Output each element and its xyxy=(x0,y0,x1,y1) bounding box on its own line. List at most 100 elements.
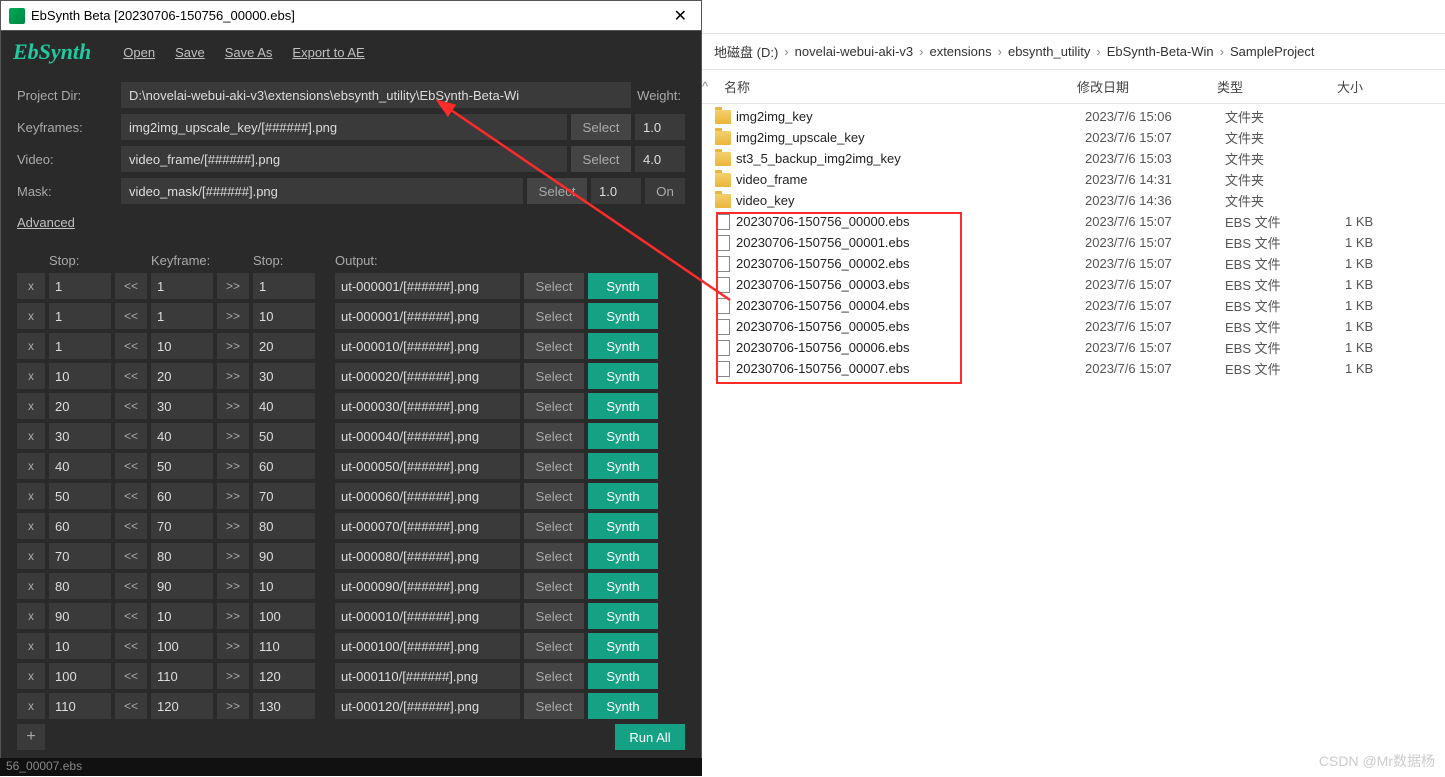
arrow-left-icon[interactable]: << xyxy=(115,513,147,539)
row-remove-button[interactable]: x xyxy=(17,393,45,419)
file-row[interactable]: 20230706-150756_00006.ebs2023/7/6 15:07E… xyxy=(702,337,1445,358)
row-select-button[interactable]: Select xyxy=(524,513,584,539)
keyframe-input[interactable] xyxy=(151,453,213,479)
arrow-left-icon[interactable]: << xyxy=(115,573,147,599)
arrow-right-icon[interactable]: >> xyxy=(217,333,249,359)
arrow-right-icon[interactable]: >> xyxy=(217,513,249,539)
arrow-left-icon[interactable]: << xyxy=(115,633,147,659)
output-input[interactable] xyxy=(335,513,520,539)
synth-button[interactable]: Synth xyxy=(588,633,658,659)
synth-button[interactable]: Synth xyxy=(588,513,658,539)
stop1-input[interactable] xyxy=(49,693,111,719)
file-row[interactable]: 20230706-150756_00003.ebs2023/7/6 15:07E… xyxy=(702,274,1445,295)
stop2-input[interactable] xyxy=(253,693,315,719)
arrow-right-icon[interactable]: >> xyxy=(217,393,249,419)
row-select-button[interactable]: Select xyxy=(524,543,584,569)
row-remove-button[interactable]: x xyxy=(17,363,45,389)
output-input[interactable] xyxy=(335,333,520,359)
synth-button[interactable]: Synth xyxy=(588,273,658,299)
synth-button[interactable]: Synth xyxy=(588,363,658,389)
arrow-left-icon[interactable]: << xyxy=(115,363,147,389)
arrow-left-icon[interactable]: << xyxy=(115,273,147,299)
arrow-right-icon[interactable]: >> xyxy=(217,483,249,509)
arrow-left-icon[interactable]: << xyxy=(115,543,147,569)
col-type[interactable]: 类型 xyxy=(1217,77,1337,96)
stop2-input[interactable] xyxy=(253,273,315,299)
stop1-input[interactable] xyxy=(49,633,111,659)
row-remove-button[interactable]: x xyxy=(17,693,45,719)
row-remove-button[interactable]: x xyxy=(17,453,45,479)
crumb[interactable]: 地磁盘 (D:) xyxy=(714,42,778,61)
project-dir-input[interactable] xyxy=(121,82,631,108)
mask-input[interactable] xyxy=(121,178,523,204)
row-remove-button[interactable]: x xyxy=(17,483,45,509)
row-remove-button[interactable]: x xyxy=(17,543,45,569)
keyframes-select-button[interactable]: Select xyxy=(571,114,631,140)
stop1-input[interactable] xyxy=(49,333,111,359)
keyframe-input[interactable] xyxy=(151,573,213,599)
synth-button[interactable]: Synth xyxy=(588,453,658,479)
up-icon[interactable]: ^ xyxy=(702,79,718,94)
arrow-left-icon[interactable]: << xyxy=(115,453,147,479)
stop1-input[interactable] xyxy=(49,273,111,299)
stop1-input[interactable] xyxy=(49,483,111,509)
row-remove-button[interactable]: x xyxy=(17,303,45,329)
arrow-right-icon[interactable]: >> xyxy=(217,573,249,599)
keyframes-weight[interactable] xyxy=(635,114,685,140)
synth-button[interactable]: Synth xyxy=(588,603,658,629)
output-input[interactable] xyxy=(335,423,520,449)
stop2-input[interactable] xyxy=(253,573,315,599)
stop2-input[interactable] xyxy=(253,543,315,569)
row-select-button[interactable]: Select xyxy=(524,483,584,509)
col-size[interactable]: 大小 xyxy=(1337,77,1437,96)
output-input[interactable] xyxy=(335,603,520,629)
crumb[interactable]: novelai-webui-aki-v3 xyxy=(795,44,914,59)
row-remove-button[interactable]: x xyxy=(17,633,45,659)
synth-button[interactable]: Synth xyxy=(588,423,658,449)
keyframe-input[interactable] xyxy=(151,513,213,539)
crumb[interactable]: SampleProject xyxy=(1230,44,1315,59)
stop2-input[interactable] xyxy=(253,453,315,479)
stop2-input[interactable] xyxy=(253,363,315,389)
stop1-input[interactable] xyxy=(49,423,111,449)
row-select-button[interactable]: Select xyxy=(524,453,584,479)
video-input[interactable] xyxy=(121,146,567,172)
arrow-right-icon[interactable]: >> xyxy=(217,543,249,569)
keyframe-input[interactable] xyxy=(151,633,213,659)
output-input[interactable] xyxy=(335,453,520,479)
keyframe-input[interactable] xyxy=(151,333,213,359)
stop1-input[interactable] xyxy=(49,453,111,479)
stop2-input[interactable] xyxy=(253,513,315,539)
row-select-button[interactable]: Select xyxy=(524,303,584,329)
advanced-link[interactable]: Advanced xyxy=(17,215,75,230)
synth-button[interactable]: Synth xyxy=(588,333,658,359)
row-remove-button[interactable]: x xyxy=(17,273,45,299)
file-row[interactable]: 20230706-150756_00001.ebs2023/7/6 15:07E… xyxy=(702,232,1445,253)
row-select-button[interactable]: Select xyxy=(524,663,584,689)
synth-button[interactable]: Synth xyxy=(588,693,658,719)
stop2-input[interactable] xyxy=(253,663,315,689)
stop2-input[interactable] xyxy=(253,633,315,659)
stop2-input[interactable] xyxy=(253,423,315,449)
arrow-right-icon[interactable]: >> xyxy=(217,693,249,719)
output-input[interactable] xyxy=(335,573,520,599)
arrow-left-icon[interactable]: << xyxy=(115,303,147,329)
folder-row[interactable]: video_frame2023/7/6 14:31文件夹 xyxy=(702,169,1445,190)
arrow-left-icon[interactable]: << xyxy=(115,483,147,509)
synth-button[interactable]: Synth xyxy=(588,543,658,569)
row-remove-button[interactable]: x xyxy=(17,603,45,629)
mask-select-button[interactable]: Select xyxy=(527,178,587,204)
row-select-button[interactable]: Select xyxy=(524,603,584,629)
video-weight[interactable] xyxy=(635,146,685,172)
breadcrumb[interactable]: 地磁盘 (D:)›novelai-webui-aki-v3›extensions… xyxy=(702,34,1445,70)
folder-row[interactable]: st3_5_backup_img2img_key2023/7/6 15:03文件… xyxy=(702,148,1445,169)
file-row[interactable]: 20230706-150756_00004.ebs2023/7/6 15:07E… xyxy=(702,295,1445,316)
menu-export[interactable]: Export to AE xyxy=(292,45,364,60)
folder-row[interactable]: video_key2023/7/6 14:36文件夹 xyxy=(702,190,1445,211)
output-input[interactable] xyxy=(335,663,520,689)
stop2-input[interactable] xyxy=(253,303,315,329)
row-remove-button[interactable]: x xyxy=(17,423,45,449)
output-input[interactable] xyxy=(335,633,520,659)
arrow-left-icon[interactable]: << xyxy=(115,693,147,719)
keyframe-input[interactable] xyxy=(151,663,213,689)
